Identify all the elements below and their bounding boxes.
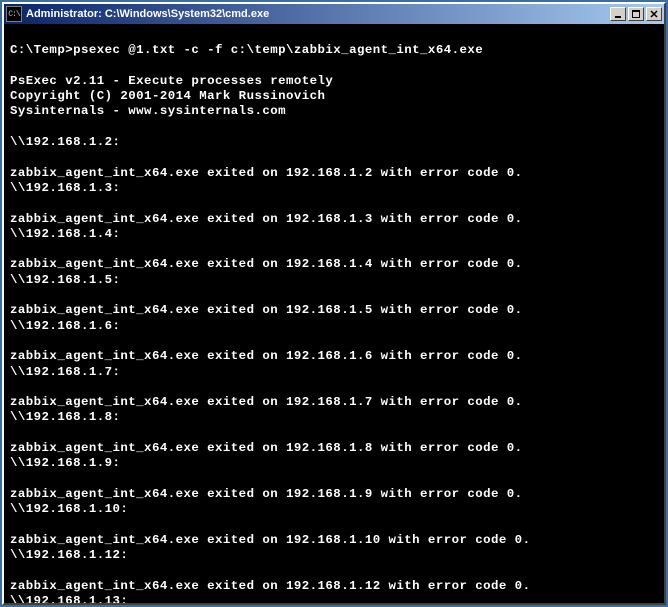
terminal-output[interactable]: C:\Temp>psexec @1.txt -c -f c:\temp\zabb…	[4, 24, 664, 603]
maximize-button[interactable]	[628, 7, 644, 21]
window-buttons	[608, 7, 662, 21]
close-button[interactable]	[646, 7, 662, 21]
titlebar[interactable]: C:\ Administrator: C:\Windows\System32\c…	[4, 4, 664, 24]
window-title: Administrator: C:\Windows\System32\cmd.e…	[26, 8, 608, 20]
minimize-button[interactable]	[610, 7, 626, 21]
cmd-icon[interactable]: C:\	[6, 6, 22, 22]
cmd-window: C:\ Administrator: C:\Windows\System32\c…	[2, 2, 666, 605]
